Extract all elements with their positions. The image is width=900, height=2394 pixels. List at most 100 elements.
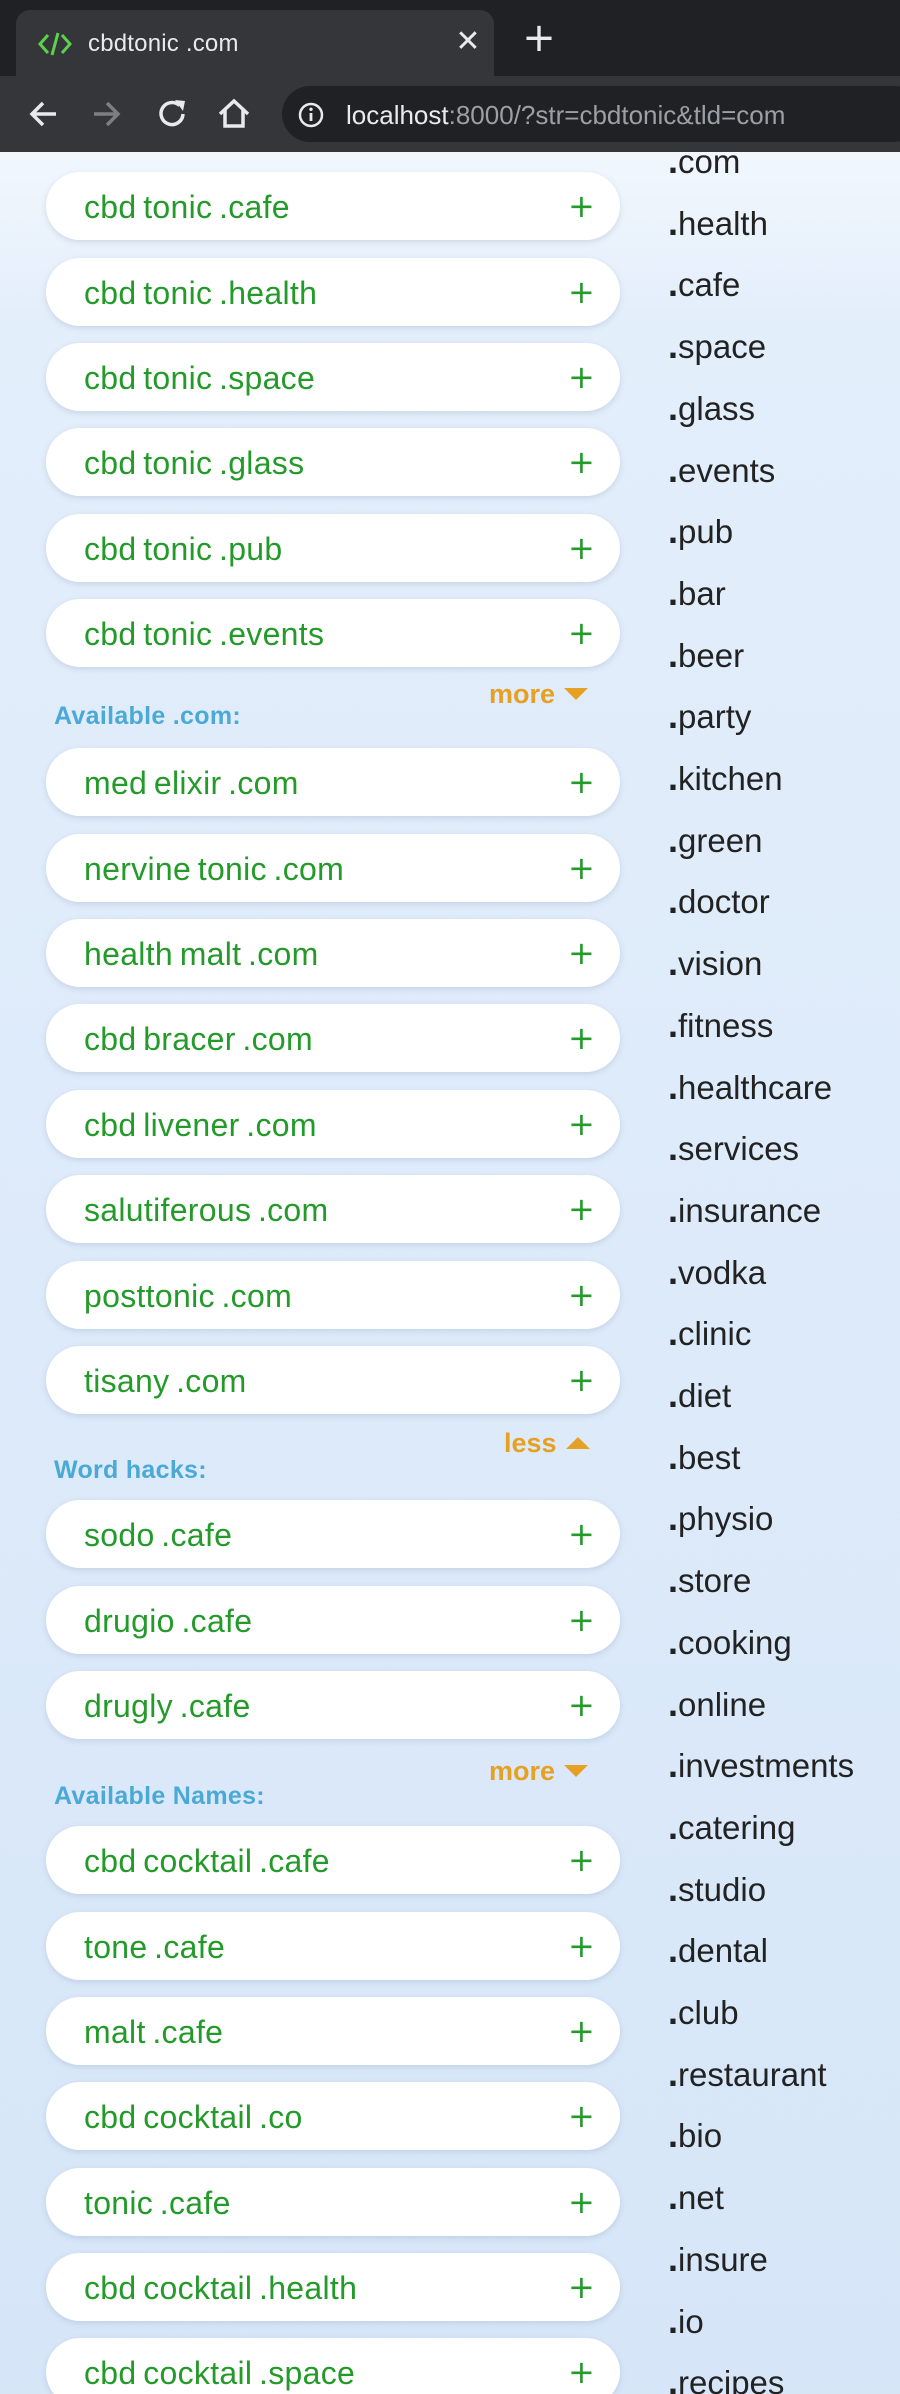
domain-suggestion[interactable]: cbd cocktail .space + (46, 2338, 620, 2394)
tld-item[interactable]: .com (668, 152, 740, 182)
tld-item[interactable]: .insure (668, 2238, 768, 2280)
tld-item[interactable]: .bar (668, 572, 726, 614)
add-plus-icon[interactable]: + (568, 1104, 595, 1144)
add-plus-icon[interactable]: + (568, 2011, 595, 2051)
tld-item[interactable]: .dental (668, 1929, 768, 1971)
domain-suggestion[interactable]: cbd cocktail .cafe + (46, 1826, 620, 1894)
tld-item[interactable]: .bio (668, 2114, 722, 2156)
add-plus-icon[interactable]: + (568, 2352, 595, 2392)
tld-item[interactable]: .cooking (668, 1621, 792, 1663)
less-toggle[interactable]: less (504, 1428, 591, 1459)
close-tab-icon[interactable]: ✕ (452, 26, 484, 58)
add-plus-icon[interactable]: + (568, 2267, 595, 2307)
tld-label: healthcare (678, 1068, 833, 1106)
domain-suggestion[interactable]: cbd tonic .health + (46, 258, 620, 326)
domain-suggestion[interactable]: sodo .cafe + (46, 1500, 620, 1568)
back-arrow-icon[interactable] (24, 94, 64, 134)
domain-suggestion[interactable]: nervine tonic .com + (46, 834, 620, 902)
tld-item[interactable]: .studio (668, 1868, 766, 1910)
domain-suggestion[interactable]: malt .cafe + (46, 1997, 620, 2065)
add-plus-icon[interactable]: + (568, 762, 595, 802)
tld-item[interactable]: .services (668, 1127, 799, 1169)
domain-suggestion[interactable]: cbd tonic .glass + (46, 428, 620, 496)
domain-suggestion[interactable]: salutiferous .com + (46, 1175, 620, 1243)
add-plus-icon[interactable]: + (568, 1514, 595, 1554)
add-plus-icon[interactable]: + (568, 2182, 595, 2222)
domain-suggestion[interactable]: tisany .com + (46, 1346, 620, 1414)
tld-item[interactable]: .green (668, 819, 762, 861)
add-plus-icon[interactable]: + (568, 613, 595, 653)
more-toggle[interactable]: more (489, 679, 589, 710)
add-plus-icon[interactable]: + (568, 1840, 595, 1880)
domain-suggestion[interactable]: med elixir .com + (46, 748, 620, 816)
tld-item[interactable]: .cafe (668, 263, 740, 305)
tld-item[interactable]: .insurance (668, 1189, 821, 1231)
add-plus-icon[interactable]: + (568, 186, 595, 226)
domain-suggestion[interactable]: drugly .cafe + (46, 1671, 620, 1739)
domain-suggestion[interactable]: cbd tonic .pub + (46, 514, 620, 582)
domain-suggestion[interactable]: cbd cocktail .health + (46, 2253, 620, 2321)
domain-suggestion[interactable]: cbd tonic .space + (46, 343, 620, 411)
tld-item[interactable]: .vision (668, 942, 762, 984)
new-tab-icon[interactable]: + (520, 18, 558, 58)
add-plus-icon[interactable]: + (568, 1275, 595, 1315)
home-icon[interactable] (214, 94, 254, 134)
tld-item[interactable]: .recipes (668, 2361, 784, 2394)
domain-suggestion[interactable]: cbd tonic .events + (46, 599, 620, 667)
add-plus-icon[interactable]: + (568, 272, 595, 312)
tld-item[interactable]: .vodka (668, 1251, 766, 1293)
more-toggle[interactable]: more (489, 1756, 589, 1787)
domain-suggestion[interactable]: tonic .cafe + (46, 2168, 620, 2236)
tld-item[interactable]: .io (668, 2300, 704, 2342)
reload-icon[interactable] (152, 94, 192, 134)
domain-suggestion[interactable]: drugio .cafe + (46, 1586, 620, 1654)
chevron-down-icon (564, 1764, 589, 1777)
tld-item[interactable]: .restaurant (668, 2053, 827, 2095)
domain-suggestion[interactable]: cbd bracer .com + (46, 1004, 620, 1072)
forward-arrow-icon[interactable] (86, 94, 126, 134)
tld-item[interactable]: .health (668, 202, 768, 244)
tld-item[interactable]: .investments (668, 1744, 854, 1786)
domain-suggestion[interactable]: cbd tonic .cafe + (46, 172, 620, 240)
tld-item[interactable]: .catering (668, 1806, 795, 1848)
add-plus-icon[interactable]: + (568, 528, 595, 568)
tld-item[interactable]: .events (668, 449, 775, 491)
tld-item[interactable]: .beer (668, 634, 744, 676)
tld-item[interactable]: .physio (668, 1497, 773, 1539)
add-plus-icon[interactable]: + (568, 1685, 595, 1725)
domain-suggestion[interactable]: cbd livener .com + (46, 1090, 620, 1158)
tld-item[interactable]: .healthcare (668, 1066, 832, 1108)
domain-suggestion[interactable]: posttonic .com + (46, 1261, 620, 1329)
tld-item[interactable]: .fitness (668, 1004, 773, 1046)
tld-item[interactable]: .club (668, 1991, 739, 2033)
tld-item[interactable]: .diet (668, 1374, 731, 1416)
add-plus-icon[interactable]: + (568, 848, 595, 888)
browser-tab[interactable]: cbdtonic .com ✕ (16, 10, 494, 76)
add-plus-icon[interactable]: + (568, 1018, 595, 1058)
tld-item[interactable]: .space (668, 325, 766, 367)
domain-suggestion[interactable]: cbd cocktail .co + (46, 2082, 620, 2150)
add-plus-icon[interactable]: + (568, 1189, 595, 1229)
info-icon[interactable] (298, 102, 324, 128)
add-plus-icon[interactable]: + (568, 933, 595, 973)
tld-item[interactable]: .best (668, 1436, 740, 1478)
address-bar[interactable]: localhost:8000/?str=cbdtonic&tld=com (282, 86, 900, 142)
tld-item[interactable]: .clinic (668, 1312, 751, 1354)
add-plus-icon[interactable]: + (568, 357, 595, 397)
domain-suggestion[interactable]: tone .cafe + (46, 1912, 620, 1980)
add-plus-icon[interactable]: + (568, 1360, 595, 1400)
tld-item[interactable]: .net (668, 2176, 724, 2218)
add-plus-icon[interactable]: + (568, 1600, 595, 1640)
tld-item[interactable]: .doctor (668, 880, 770, 922)
add-plus-icon[interactable]: + (568, 442, 595, 482)
tld-item[interactable]: .party (668, 695, 751, 737)
tld-item[interactable]: .pub (668, 510, 733, 552)
tld-item[interactable]: .store (668, 1559, 751, 1601)
add-plus-icon[interactable]: + (568, 2096, 595, 2136)
add-plus-icon[interactable]: + (568, 1926, 595, 1966)
tld-item[interactable]: .online (668, 1683, 766, 1725)
tld-item[interactable]: .kitchen (668, 757, 783, 799)
tld-item[interactable]: .glass (668, 387, 755, 429)
domain-suggestion[interactable]: health malt .com + (46, 919, 620, 987)
domain-name: drugly .cafe (84, 1688, 251, 1724)
